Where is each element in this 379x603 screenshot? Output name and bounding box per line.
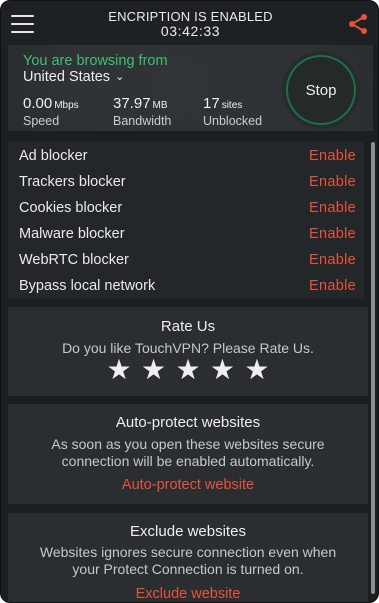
stat-value: 0.00 — [23, 95, 53, 112]
stat-label: Bandwidth — [113, 114, 172, 128]
rate-us-card: Rate Us Do you like TouchVPN? Please Rat… — [8, 307, 368, 396]
browsing-from-label: You are browsing from — [23, 53, 168, 69]
description-line: Websites ignores secure connection even … — [39, 544, 337, 560]
rate-us-title: Rate Us — [160, 318, 216, 335]
app-window: ENCRIPTION IS ENABLED 03:42:33 You are b… — [0, 0, 379, 603]
chevron-down-icon: ⌄ — [115, 71, 125, 83]
star-icon[interactable]: ★ — [139, 353, 169, 386]
blocker-name: Ad blocker — [19, 148, 88, 164]
stat-unit: sites — [221, 100, 243, 111]
country-name: United States — [23, 69, 111, 85]
blocker-name: WebRTC blocker — [19, 252, 129, 268]
enable-webrtc-blocker-button[interactable]: Enable — [309, 252, 356, 268]
stat-speed: 0.00 Mbps Speed — [23, 95, 79, 128]
stat-unit: Mbps — [54, 100, 79, 111]
auto-protect-title: Auto-protect websites — [115, 414, 261, 431]
list-item: Bypass local network Enable — [8, 273, 364, 299]
enable-trackers-blocker-button[interactable]: Enable — [309, 174, 356, 190]
blocker-name: Trackers blocker — [19, 174, 126, 190]
description-line: connection will be enabled automatically… — [61, 453, 315, 469]
blocker-name: Malware blocker — [19, 226, 125, 242]
star-icon[interactable]: ★ — [104, 353, 134, 386]
share-icon[interactable] — [347, 13, 369, 35]
blocker-name: Bypass local network — [19, 278, 156, 294]
stat-value: 37.97 — [113, 95, 151, 112]
exclude-websites-card: Exclude websites Websites ignores secure… — [8, 513, 368, 602]
list-item: Malware blocker Enable — [8, 221, 364, 247]
list-item: WebRTC blocker Enable — [8, 247, 364, 273]
connection-timer: 03:42:33 — [160, 23, 221, 39]
star-icon[interactable]: ★ — [207, 353, 237, 386]
description-line: As soon as you open these websites secur… — [51, 436, 325, 452]
country-selector[interactable]: United States ⌄ — [23, 69, 124, 85]
blocker-name: Cookies blocker — [19, 200, 123, 216]
list-item: Cookies blocker Enable — [8, 195, 364, 221]
auto-protect-card: Auto-protect websites As soon as you ope… — [8, 404, 368, 504]
auto-protect-description: As soon as you open these websites secur… — [8, 436, 368, 470]
exclude-website-link[interactable]: Exclude website — [8, 586, 368, 602]
enable-cookies-blocker-button[interactable]: Enable — [309, 200, 356, 216]
stat-value: 17 — [203, 95, 220, 112]
star-icon[interactable]: ★ — [242, 353, 272, 386]
scrollbar[interactable] — [371, 142, 375, 594]
stat-unblocked: 17 sites Unblocked — [203, 95, 262, 128]
enable-malware-blocker-button[interactable]: Enable — [309, 226, 356, 242]
stat-label: Unblocked — [203, 114, 263, 128]
star-icon[interactable]: ★ — [173, 353, 203, 386]
blocker-list: Ad blocker Enable Trackers blocker Enabl… — [8, 142, 364, 299]
encryption-status: ENCRIPTION IS ENABLED — [108, 9, 273, 24]
connection-panel: You are browsing from United States ⌄ 0.0… — [8, 45, 373, 131]
enable-ad-blocker-button[interactable]: Enable — [309, 148, 356, 164]
list-item: Ad blocker Enable — [8, 143, 364, 169]
top-bar: ENCRIPTION IS ENABLED 03:42:33 — [1, 1, 378, 45]
stat-bandwidth: 37.97 MB Bandwidth — [113, 95, 171, 128]
stop-button[interactable]: Stop — [288, 57, 354, 123]
exclude-websites-description: Websites ignores secure connection even … — [8, 544, 368, 578]
auto-protect-website-link[interactable]: Auto-protect website — [8, 477, 368, 493]
exclude-websites-title: Exclude websites — [130, 523, 246, 540]
stat-label: Speed — [23, 114, 60, 128]
description-line: your Protect Connection is turned on. — [72, 561, 304, 577]
star-rating: ★ ★ ★ ★ ★ — [8, 353, 368, 386]
stat-unit: MB — [152, 100, 168, 111]
enable-bypass-local-network-button[interactable]: Enable — [309, 278, 356, 294]
list-item: Trackers blocker Enable — [8, 169, 364, 195]
